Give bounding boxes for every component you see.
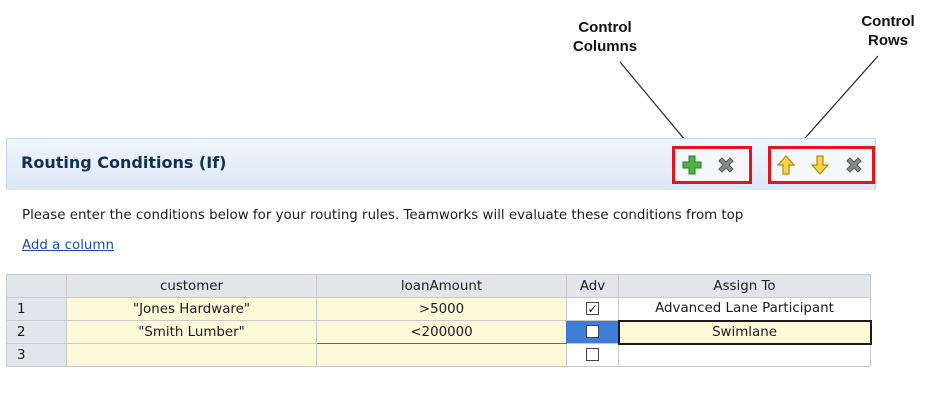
- callout-control-rows: Control Rows: [861, 13, 915, 49]
- leader-line-rows: [797, 55, 879, 147]
- row-controls-group: [768, 146, 875, 184]
- leader-line-columns: [619, 61, 691, 147]
- table-row: 1 "Jones Hardware" >5000 ✓ Advanced Lane…: [6, 297, 871, 321]
- customer-cell[interactable]: "Jones Hardware": [66, 297, 317, 321]
- column-controls-group: [672, 146, 752, 184]
- delete-column-button[interactable]: [715, 154, 737, 176]
- adv-checkbox[interactable]: ✓: [586, 302, 599, 315]
- loanamount-cell[interactable]: <200000: [316, 320, 567, 344]
- adv-checkbox[interactable]: [585, 325, 599, 338]
- panel-title: Routing Conditions (If): [21, 153, 227, 172]
- instructions-text: Please enter the conditions below for yo…: [22, 208, 744, 223]
- table-row: 3: [6, 343, 871, 367]
- move-row-down-button[interactable]: [809, 154, 831, 176]
- callout-control-columns: Control Columns: [572, 19, 638, 55]
- adv-cell[interactable]: [566, 343, 619, 367]
- table-header-row: customer loanAmount Adv Assign To: [6, 274, 871, 298]
- header-adv[interactable]: Adv: [566, 274, 619, 298]
- assign-to-cell[interactable]: Swimlane: [617, 319, 872, 345]
- row-number[interactable]: 3: [6, 343, 67, 367]
- add-column-button[interactable]: [681, 154, 703, 176]
- arrow-down-yellow-icon: [810, 155, 830, 175]
- move-row-up-button[interactable]: [775, 154, 797, 176]
- header-customer[interactable]: customer: [66, 274, 317, 298]
- delete-row-button[interactable]: [843, 154, 865, 176]
- customer-cell[interactable]: "Smith Lumber": [66, 320, 317, 344]
- header-assign-to[interactable]: Assign To: [618, 274, 871, 298]
- table-row: 2 "Smith Lumber" <200000 Swimlane: [6, 319, 872, 345]
- row-number[interactable]: 1: [6, 297, 67, 321]
- loanamount-cell[interactable]: [316, 343, 567, 367]
- row-number[interactable]: 2: [6, 320, 67, 344]
- adv-cell[interactable]: [566, 320, 619, 344]
- customer-cell[interactable]: [66, 343, 317, 367]
- routing-conditions-table: customer loanAmount Adv Assign To 1 "Jon…: [6, 274, 872, 367]
- delete-gray-x-icon: [718, 157, 734, 173]
- add-column-link[interactable]: Add a column: [22, 238, 114, 253]
- routing-conditions-header: Routing Conditions (If): [6, 138, 876, 190]
- adv-checkbox[interactable]: [586, 348, 599, 361]
- header-loanamount[interactable]: loanAmount: [316, 274, 567, 298]
- header-rownum: [6, 274, 67, 298]
- delete-gray-x-icon: [846, 157, 862, 173]
- assign-to-cell[interactable]: [618, 343, 871, 367]
- assign-to-cell[interactable]: Advanced Lane Participant: [618, 297, 871, 321]
- loanamount-cell[interactable]: >5000: [316, 297, 567, 321]
- add-green-plus-icon: [682, 155, 702, 175]
- arrow-up-yellow-icon: [776, 155, 796, 175]
- adv-cell[interactable]: ✓: [566, 297, 619, 321]
